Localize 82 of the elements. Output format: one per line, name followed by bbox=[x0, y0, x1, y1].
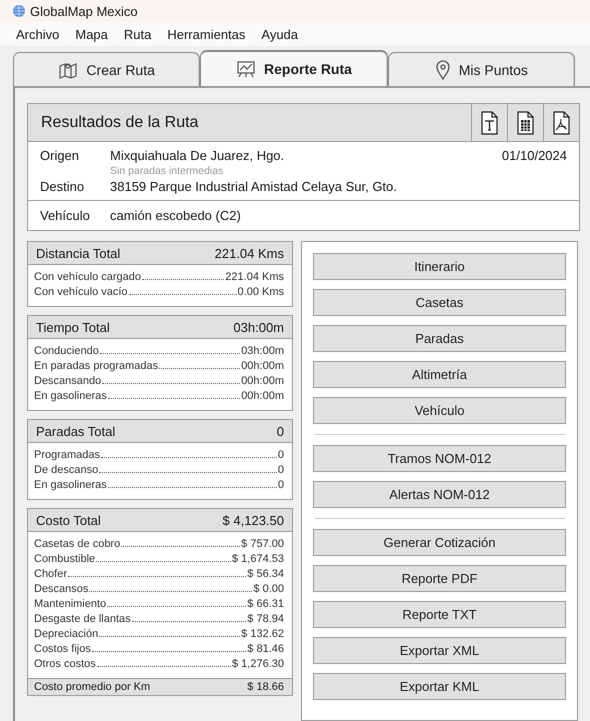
tab[interactable]: Mis Puntos bbox=[388, 52, 575, 86]
spreadsheet-document-icon bbox=[515, 110, 536, 134]
globe-icon bbox=[12, 4, 26, 18]
pdf-document-icon bbox=[551, 110, 572, 134]
field-label: Origen bbox=[40, 148, 80, 163]
tab[interactable]: Crear Ruta bbox=[13, 52, 200, 86]
row-value: 03h:00m bbox=[241, 344, 284, 359]
row-label: En gasolineras bbox=[34, 478, 107, 493]
row-label: En gasolineras bbox=[34, 389, 107, 404]
summary-total: 0 bbox=[276, 424, 284, 438]
action-button[interactable]: Reporte PDF bbox=[313, 565, 566, 592]
summary-title: Costo Total bbox=[36, 512, 101, 528]
row-value: $ 132.62 bbox=[241, 627, 284, 642]
summary-title: Paradas Total bbox=[36, 424, 116, 438]
vehicle-text: camión escobedo (C2) bbox=[110, 208, 242, 223]
action-button[interactable]: Alertas NOM-012 bbox=[313, 481, 566, 508]
row-label: Depreciación bbox=[34, 627, 98, 642]
row-label: En paradas programadas bbox=[34, 359, 158, 374]
action-button[interactable]: Exportar KML bbox=[313, 673, 566, 700]
field-label: Vehículo bbox=[40, 208, 91, 223]
action-button[interactable]: Casetas bbox=[313, 289, 566, 316]
chart-board-icon bbox=[236, 59, 256, 79]
action-button[interactable]: Reporte TXT bbox=[313, 601, 566, 628]
summary-title: Distancia Total bbox=[36, 246, 120, 260]
row-value: 0 bbox=[278, 448, 284, 463]
row-value: $ 1,276.30 bbox=[232, 657, 284, 672]
row-value: $ 757.00 bbox=[241, 537, 284, 552]
row-label: Conduciendo bbox=[34, 344, 99, 359]
row-label: De descanso bbox=[34, 463, 98, 478]
action-button[interactable]: Itinerario bbox=[313, 253, 566, 280]
destination-text: 38159 Parque Industrial Amistad Celaya Sur, Gto. bbox=[110, 179, 398, 194]
action-button[interactable]: Generar Cotización bbox=[313, 529, 566, 556]
footer-value: $ 18.66 bbox=[247, 681, 284, 693]
action-button[interactable]: Tramos NOM-012 bbox=[313, 445, 566, 472]
row-value: $ 81.46 bbox=[247, 642, 284, 657]
menu-item[interactable]: Ayuda bbox=[261, 26, 298, 42]
date-text: 01/10/2024 bbox=[502, 148, 567, 163]
summary-title: Tiempo Total bbox=[36, 320, 110, 334]
row-label: Casetas de cobro bbox=[34, 537, 120, 552]
text-document-icon bbox=[479, 110, 500, 134]
card-title: Resultados de la Ruta bbox=[40, 114, 200, 132]
menu-item[interactable]: Herramientas bbox=[167, 26, 246, 42]
stops-note: Sin paradas intermedias bbox=[110, 165, 224, 177]
origin-text: Mixquiahuala De Juarez, Hgo. bbox=[110, 148, 286, 163]
summary-total: $ 4,123.50 bbox=[222, 512, 284, 528]
row-value: $ 78.94 bbox=[247, 612, 284, 627]
tab[interactable]: Reporte Ruta bbox=[200, 50, 388, 86]
row-label: Desgaste de llantas bbox=[34, 612, 131, 627]
row-value: 00h:00m bbox=[241, 374, 284, 389]
row-value: $ 1,674.53 bbox=[232, 552, 284, 567]
window-title: GlobalMap Mexico bbox=[30, 4, 138, 18]
action-button[interactable]: Exportar XML bbox=[313, 637, 566, 664]
row-label: Otros costos bbox=[34, 657, 96, 672]
row-value: 0 bbox=[278, 463, 284, 478]
row-label: Costos fijos bbox=[34, 642, 91, 657]
location-pin-icon bbox=[434, 60, 451, 80]
action-button[interactable]: Paradas bbox=[313, 325, 566, 352]
row-label: Con vehículo vacío bbox=[34, 285, 128, 300]
row-label: Combustible bbox=[34, 552, 96, 567]
menu-item[interactable]: Mapa bbox=[75, 26, 108, 42]
summary-total: 03h:00m bbox=[233, 320, 284, 334]
row-label: Mantenimiento bbox=[34, 597, 106, 612]
row-label: Descansando bbox=[34, 374, 102, 389]
field-label: Destino bbox=[40, 179, 86, 194]
menu-item[interactable]: Archivo bbox=[16, 26, 60, 42]
action-button[interactable]: Vehículo bbox=[313, 397, 566, 424]
row-label: Con vehículo cargado bbox=[34, 270, 142, 285]
row-value: 00h:00m bbox=[241, 359, 284, 374]
row-label: Descansos bbox=[34, 582, 88, 597]
footer-label: Costo promedio por Km bbox=[34, 681, 150, 693]
row-value: 221.04 Kms bbox=[225, 270, 284, 285]
action-button[interactable]: Altimetría bbox=[313, 361, 566, 388]
summary-total: 221.04 Kms bbox=[214, 246, 284, 260]
row-value: $ 0.00 bbox=[253, 582, 284, 597]
row-value: 0.00 Kms bbox=[238, 285, 284, 300]
row-label: Programadas bbox=[34, 448, 100, 463]
row-value: $ 56.34 bbox=[247, 567, 284, 582]
menu-item[interactable]: Ruta bbox=[124, 26, 152, 42]
row-value: $ 66.31 bbox=[247, 597, 284, 612]
row-value: 00h:00m bbox=[241, 389, 284, 404]
row-value: 0 bbox=[278, 478, 284, 493]
row-label: Chofer bbox=[34, 567, 68, 582]
